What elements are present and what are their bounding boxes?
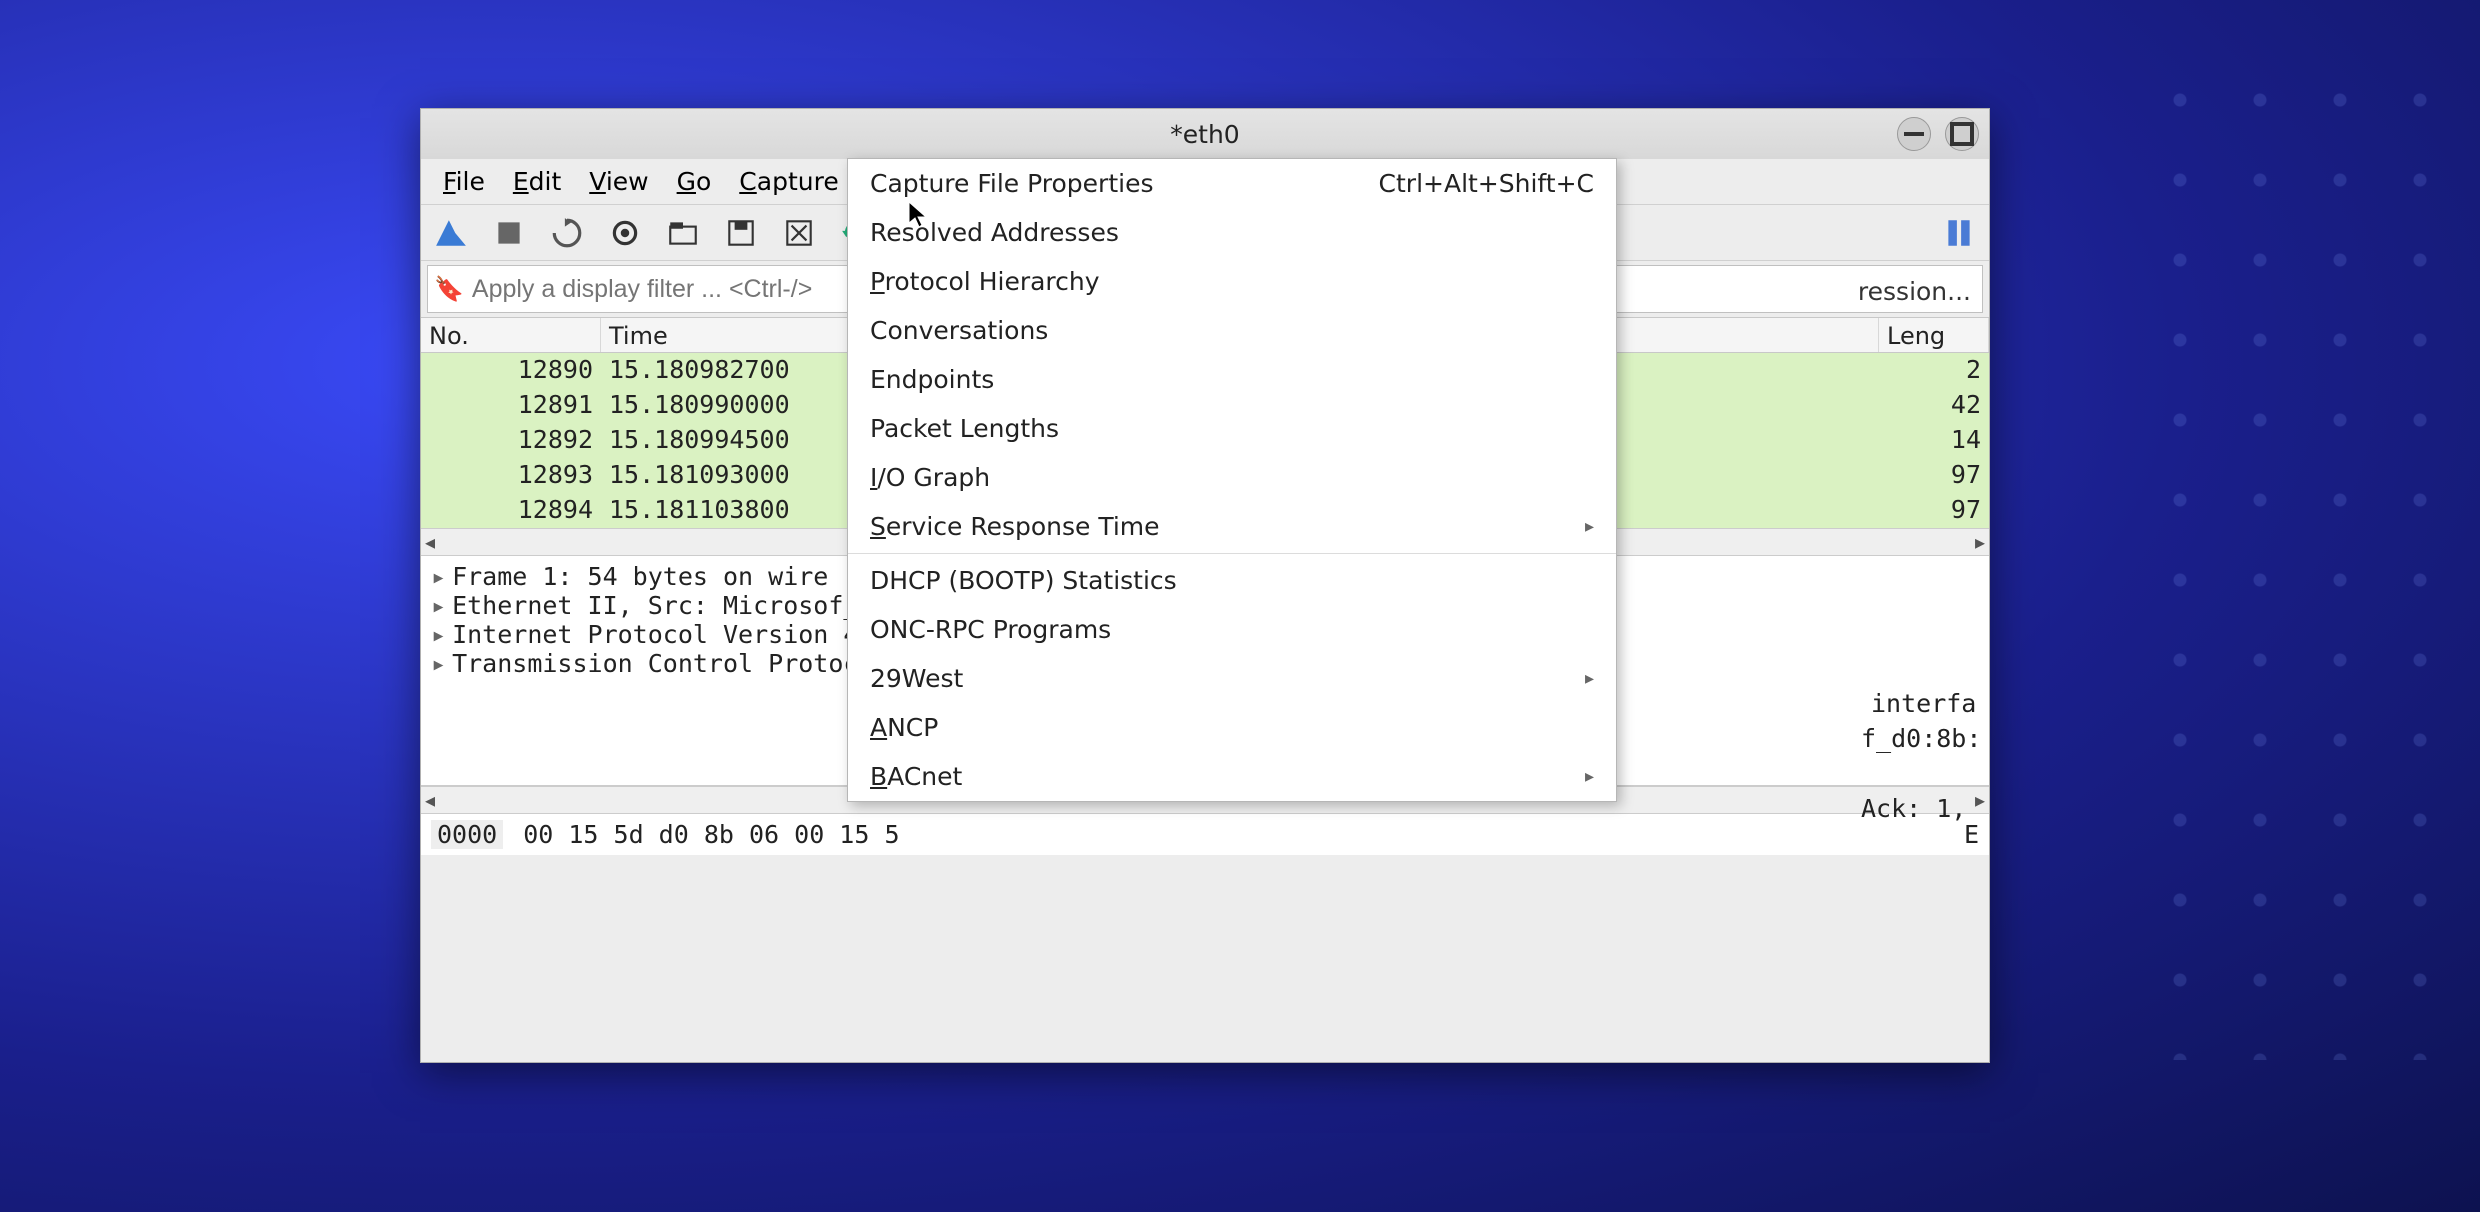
menu-edit[interactable]: Edit [499, 161, 575, 202]
maximize-button[interactable] [1945, 117, 1979, 151]
expand-icon[interactable]: ▸ [431, 620, 446, 649]
window-title: *eth0 [421, 120, 1989, 149]
minimize-button[interactable] [1897, 117, 1931, 151]
minimize-icon [1898, 118, 1930, 150]
capture-options-button[interactable] [605, 213, 645, 253]
coloring-rules-button[interactable] [1939, 213, 1979, 253]
titlebar: *eth0 [421, 109, 1989, 159]
menu-go[interactable]: Go [663, 161, 726, 202]
menu-item-29west[interactable]: 29West ▸ [848, 654, 1616, 703]
col-time[interactable]: Time [601, 318, 881, 352]
expand-icon[interactable]: ▸ [431, 591, 446, 620]
col-length[interactable]: Leng [1879, 318, 1989, 352]
scroll-left-icon[interactable]: ◂ [425, 530, 435, 554]
menu-item-service-response-time[interactable]: Service Response Time ▸ [848, 502, 1616, 551]
menu-item-conversations[interactable]: Conversations [848, 306, 1616, 355]
menu-item-bacnet[interactable]: BACnet ▸ [848, 752, 1616, 801]
logo-shark-fin-icon [431, 213, 471, 253]
hex-ascii: E [1964, 820, 1979, 849]
tree-peek: Ack: 1, [1861, 794, 1966, 823]
hex-pane[interactable]: 0000 00 15 5d d0 8b 06 00 15 5 E [421, 814, 1989, 855]
expand-icon[interactable]: ▸ [431, 562, 446, 591]
menu-capture[interactable]: Capture [725, 161, 852, 202]
menu-separator [848, 553, 1616, 554]
close-file-button[interactable] [779, 213, 819, 253]
menu-item-ancp[interactable]: ANCP [848, 703, 1616, 752]
scroll-left-icon[interactable]: ◂ [425, 788, 435, 812]
submenu-arrow-icon: ▸ [1585, 766, 1594, 787]
statistics-menu-dropdown: Capture File Properties Ctrl+Alt+Shift+C… [847, 158, 1617, 802]
save-file-button[interactable] [721, 213, 761, 253]
hex-bytes: 00 15 5d d0 8b 06 00 15 5 [523, 820, 899, 849]
expression-button[interactable]: ression... [1848, 273, 1981, 310]
hex-offset: 0000 [431, 820, 503, 849]
menu-item-endpoints[interactable]: Endpoints [848, 355, 1616, 404]
tree-peek: f_d0:8b: [1861, 724, 1981, 753]
bookmark-icon[interactable]: 🔖 [434, 275, 464, 303]
wireshark-window: *eth0 File Edit View Go Capture Analyze … [420, 108, 1990, 1063]
menu-view[interactable]: View [575, 161, 662, 202]
scroll-right-icon[interactable]: ▸ [1975, 530, 1985, 554]
expand-icon[interactable]: ▸ [431, 649, 446, 678]
restart-capture-button[interactable] [547, 213, 587, 253]
tree-peek: interfa [1871, 689, 1976, 718]
menu-item-protocol-hierarchy[interactable]: Protocol Hierarchy [848, 257, 1616, 306]
open-file-button[interactable] [663, 213, 703, 253]
menu-file[interactable]: File [429, 161, 499, 202]
scroll-right-icon[interactable]: ▸ [1975, 788, 1985, 812]
menu-item-dhcp-statistics[interactable]: DHCP (BOOTP) Statistics [848, 556, 1616, 605]
shortcut-label: Ctrl+Alt+Shift+C [1379, 169, 1594, 198]
maximize-icon [1946, 118, 1978, 150]
decorative-dotgrid [2140, 60, 2440, 1060]
menu-item-io-graph[interactable]: I/O Graph [848, 453, 1616, 502]
menu-item-packet-lengths[interactable]: Packet Lengths [848, 404, 1616, 453]
col-no[interactable]: No. [421, 318, 601, 352]
menu-item-onc-rpc-programs[interactable]: ONC-RPC Programs [848, 605, 1616, 654]
submenu-arrow-icon: ▸ [1585, 516, 1594, 537]
menu-item-resolved-addresses[interactable]: Resolved Addresses [848, 208, 1616, 257]
submenu-arrow-icon: ▸ [1585, 668, 1594, 689]
menu-item-capture-file-properties[interactable]: Capture File Properties Ctrl+Alt+Shift+C [848, 159, 1616, 208]
stop-capture-button[interactable] [489, 213, 529, 253]
